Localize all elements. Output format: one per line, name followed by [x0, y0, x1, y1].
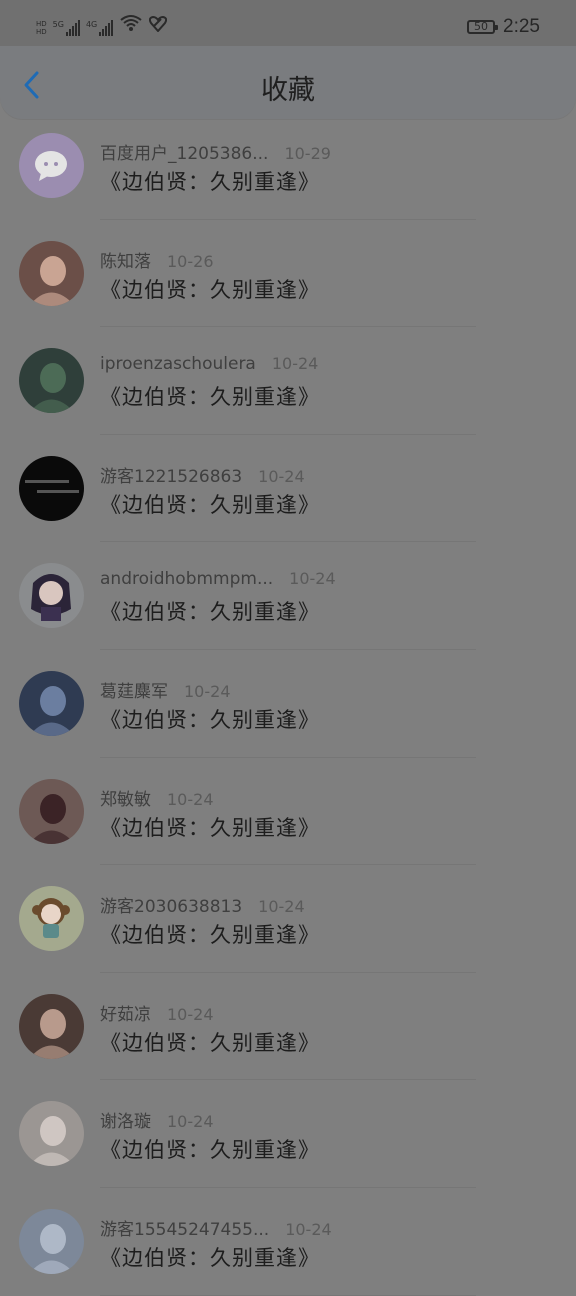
item-content[interactable]: 《边伯贤：久别重逢》 [100, 1134, 320, 1164]
item-content[interactable]: 《边伯贤：久别重逢》 [100, 596, 320, 626]
list-item[interactable]: 游客2030638813 10-24 《边伯贤：久别重逢》 [0, 865, 576, 973]
status-time: 2:25 [503, 16, 540, 37]
avatar[interactable] [19, 133, 84, 198]
data-saver-icon [149, 15, 168, 36]
list-item[interactable]: 游客1221526863 10-24 《边伯贤：久别重逢》 [0, 435, 576, 543]
item-content[interactable]: 《边伯贤：久别重逢》 [100, 1242, 320, 1272]
item-content[interactable]: 《边伯贤：久别重逢》 [100, 1027, 320, 1057]
battery-icon: 50 [467, 20, 499, 34]
avatar[interactable] [19, 670, 84, 736]
item-meta: 游客15545247455... 10-24 [100, 1215, 332, 1240]
list-item[interactable]: 游客15545247455... 10-24 《边伯贤：久别重逢》 [0, 1188, 576, 1296]
list-item[interactable]: 百度用户_1205386... 10-29 《边伯贤：久别重逢》 [0, 112, 576, 220]
item-date: 10-29 [284, 144, 331, 163]
item-date: 10-24 [184, 681, 231, 701]
item-meta: 游客1221526863 10-24 [100, 462, 305, 487]
item-content[interactable]: 《边伯贤：久别重逢》 [100, 919, 320, 949]
item-date: 10-24 [167, 789, 214, 809]
avatar[interactable] [19, 455, 84, 521]
status-bar: HD HD 5G 4G 50 2:25 [0, 0, 576, 46]
divider [100, 1294, 476, 1296]
avatar[interactable] [19, 886, 84, 952]
wifi-icon [119, 14, 143, 36]
item-date: 10-24 [258, 466, 305, 486]
item-meta: iproenzaschoulera 10-24 [100, 354, 318, 374]
list-item[interactable]: 好茹凉 10-24 《边伯贤：久别重逢》 [0, 973, 576, 1081]
username[interactable]: 郑敏敏 [100, 790, 151, 810]
item-content[interactable]: 《边伯贤：久别重逢》 [100, 812, 320, 842]
item-date: 10-24 [167, 1004, 214, 1024]
hd-icon: HD HD [36, 20, 47, 36]
item-date: 10-26 [167, 251, 214, 271]
avatar[interactable] [19, 778, 84, 844]
username[interactable]: iproenzaschoulera [100, 354, 256, 374]
item-meta: 游客2030638813 10-24 [100, 892, 305, 917]
username[interactable]: 百度用户_1205386... [100, 144, 268, 164]
avatar[interactable] [19, 348, 84, 414]
avatar[interactable] [19, 563, 84, 629]
item-content[interactable]: 《边伯贤：久别重逢》 [100, 166, 320, 196]
list-item[interactable]: iproenzaschoulera 10-24 《边伯贤：久别重逢》 [0, 327, 576, 435]
avatar[interactable] [19, 993, 84, 1059]
item-meta: androidhobmmpm... 10-24 [100, 569, 336, 589]
item-date: 10-24 [258, 897, 305, 917]
status-left: HD HD 5G 4G [36, 14, 168, 36]
signal-5g-icon: 5G [53, 20, 80, 36]
favorites-list: 百度用户_1205386... 10-29 《边伯贤：久别重逢》 陈知落 10-26 《边… [0, 112, 576, 1296]
item-meta: 百度用户_1205386... 10-29 [100, 139, 331, 164]
list-item[interactable]: 郑敏敏 10-24 《边伯贤：久别重逢》 [0, 758, 576, 866]
username[interactable]: 游客2030638813 [100, 897, 242, 917]
item-content[interactable]: 《边伯贤：久别重逢》 [100, 704, 320, 734]
signal-4g-icon: 4G [85, 20, 114, 36]
avatar[interactable] [19, 1101, 84, 1167]
username[interactable]: 游客15545247455... [100, 1220, 269, 1240]
item-meta: 葛莛麋军 10-24 [100, 677, 231, 702]
item-content[interactable]: 《边伯贤：久别重逢》 [100, 489, 320, 519]
network-5g-label: 5G [52, 20, 64, 29]
page-title: 收藏 [261, 75, 315, 106]
hd-label-2: HD [36, 28, 47, 36]
status-right: 50 2:25 [467, 16, 540, 38]
username[interactable]: androidhobmmpm... [100, 569, 273, 589]
username[interactable]: 葛莛麋军 [100, 682, 168, 702]
username[interactable]: 谢洛璇 [100, 1112, 151, 1132]
item-meta: 陈知落 10-26 [100, 247, 214, 272]
list-item[interactable]: 葛莛麋军 10-24 《边伯贤：久别重逢》 [0, 650, 576, 758]
list-item[interactable]: androidhobmmpm... 10-24 《边伯贤：久别重逢》 [0, 542, 576, 650]
network-4g-label: 4G [85, 20, 98, 29]
top-bar: 收藏 [0, 46, 576, 119]
item-date: 10-24 [285, 1219, 332, 1239]
item-date: 10-24 [289, 569, 336, 589]
item-meta: 谢洛璇 10-24 [100, 1107, 214, 1132]
item-date: 10-24 [167, 1112, 214, 1132]
item-meta: 好茹凉 10-24 [100, 1000, 214, 1025]
list-item[interactable]: 陈知落 10-26 《边伯贤：久别重逢》 [0, 220, 576, 328]
item-meta: 郑敏敏 10-24 [100, 785, 214, 810]
username[interactable]: 游客1221526863 [100, 467, 242, 487]
list-item[interactable]: 谢洛璇 10-24 《边伯贤：久别重逢》 [0, 1080, 576, 1188]
item-date: 10-24 [271, 354, 319, 374]
hd-label: HD [36, 20, 47, 28]
username[interactable]: 好茹凉 [100, 1005, 151, 1025]
username[interactable]: 陈知落 [100, 252, 151, 272]
item-content[interactable]: 《边伯贤：久别重逢》 [100, 274, 320, 304]
item-content[interactable]: 《边伯贤：久别重逢》 [100, 381, 320, 411]
avatar[interactable] [19, 1208, 84, 1274]
avatar[interactable] [19, 240, 84, 306]
